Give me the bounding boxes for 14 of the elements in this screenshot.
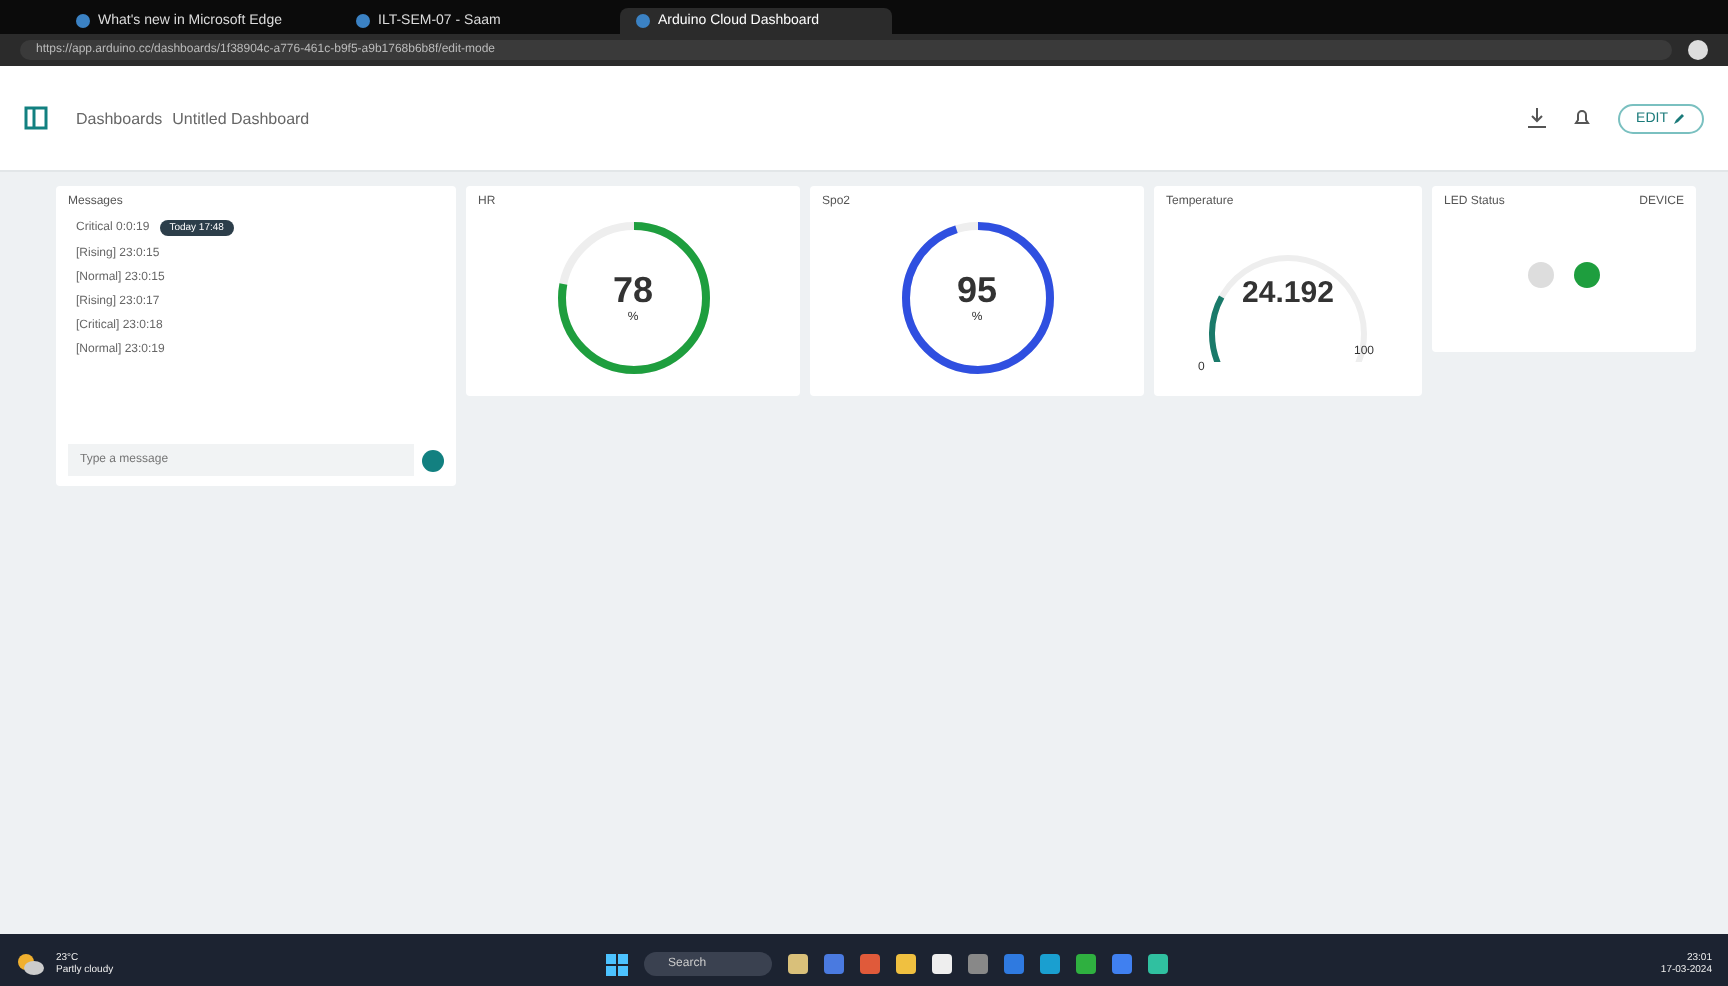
gauge-value: 78 — [612, 270, 654, 311]
download-icon[interactable] — [1528, 108, 1547, 128]
send-button[interactable] — [422, 449, 444, 471]
gauge-value: 24.192 — [1242, 276, 1334, 310]
weather-icon[interactable] — [16, 952, 44, 976]
pencil-icon — [1674, 112, 1686, 124]
start-icon[interactable] — [606, 953, 629, 975]
gauge-value: 95 — [956, 270, 998, 311]
breadcrumb-link[interactable]: Dashboards — [76, 109, 163, 127]
bell-icon[interactable] — [1574, 108, 1591, 128]
led-off-indicator — [1528, 262, 1554, 288]
dashboard-name[interactable]: Untitled Dashboard — [172, 109, 310, 127]
profile-avatar[interactable] — [1688, 40, 1708, 60]
sidebar-toggle-icon[interactable] — [24, 106, 48, 130]
